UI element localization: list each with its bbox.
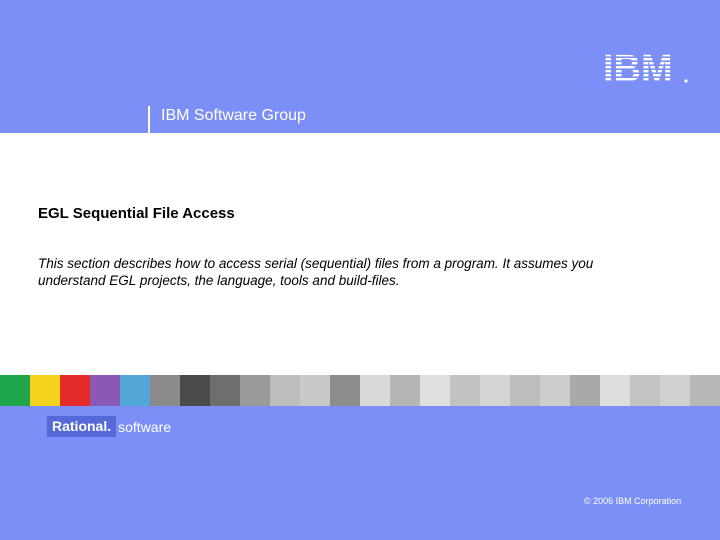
strip-tile (630, 375, 660, 406)
strip-tile (480, 375, 510, 406)
image-strip (0, 375, 720, 406)
strip-tile (30, 375, 60, 406)
strip-tile (570, 375, 600, 406)
slide-title: EGL Sequential File Access (38, 205, 235, 222)
rational-logo: Rational. software (47, 416, 171, 437)
ibm-logo: IBM (603, 50, 688, 86)
strip-tile (0, 375, 30, 406)
strip-tile (210, 375, 240, 406)
strip-tile (390, 375, 420, 406)
content-panel: EGL Sequential File Access This section … (0, 133, 720, 375)
strip-tile (420, 375, 450, 406)
strip-tile (180, 375, 210, 406)
strip-tile (450, 375, 480, 406)
copyright-notice: © 2006 IBM Corporation (584, 496, 682, 506)
strip-tile (690, 375, 720, 406)
strip-tile (300, 375, 330, 406)
strip-tile (240, 375, 270, 406)
strip-tile (270, 375, 300, 406)
group-title: IBM Software Group (161, 107, 306, 124)
rational-brand-word: Rational. (47, 416, 117, 437)
header-divider (148, 106, 150, 134)
strip-tile (90, 375, 120, 406)
header-band: IBM IBM Software Group (0, 0, 720, 134)
strip-tile (120, 375, 150, 406)
strip-tile (600, 375, 630, 406)
strip-tile (330, 375, 360, 406)
strip-tile (540, 375, 570, 406)
strip-tile (510, 375, 540, 406)
rational-brand-suffix: software (118, 418, 172, 435)
strip-tile (660, 375, 690, 406)
slide-body: This section describes how to access ser… (38, 256, 594, 288)
strip-tile (60, 375, 90, 406)
strip-tile (360, 375, 390, 406)
strip-tile (150, 375, 180, 406)
ibm-logo-text: IBM (603, 50, 673, 86)
